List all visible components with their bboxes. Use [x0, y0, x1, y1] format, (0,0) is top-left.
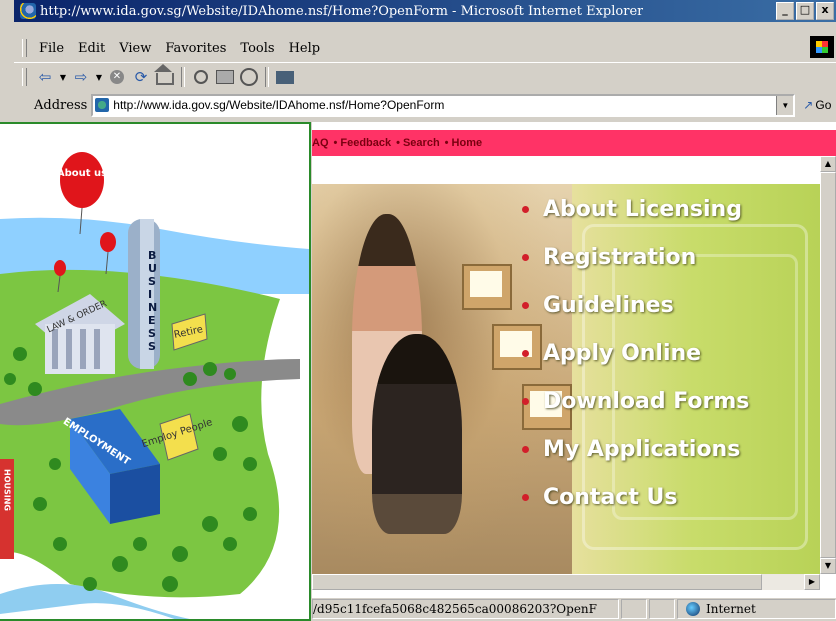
- go-arrow-icon: ↗: [803, 98, 814, 112]
- home-button[interactable]: [153, 64, 177, 87]
- toolbar-separator: [265, 67, 269, 87]
- window-title: http://www.ida.gov.sg/Website/IDAhome.ns…: [40, 3, 644, 19]
- menu-apply-online[interactable]: Apply Online: [522, 336, 701, 370]
- menu-help[interactable]: Help: [289, 41, 321, 56]
- search-button[interactable]: [189, 67, 213, 87]
- menu-bar: File Edit View Favorites Tools Help: [14, 34, 836, 62]
- toolbar-grip: [22, 39, 27, 57]
- history-icon: [240, 68, 258, 86]
- nav-link-faq[interactable]: AQ: [312, 137, 329, 149]
- menu-guidelines[interactable]: Guidelines: [522, 288, 674, 322]
- toolbar-separator: [181, 67, 185, 87]
- vertical-scrollbar[interactable]: ▲ ▼: [820, 156, 836, 574]
- stop-icon: ✕: [110, 70, 124, 84]
- menu-view[interactable]: View: [119, 41, 151, 56]
- internet-globe-icon: [686, 602, 700, 616]
- scroll-down-icon[interactable]: ▼: [820, 558, 836, 574]
- status-pane: [621, 599, 647, 619]
- home-icon: [154, 64, 174, 85]
- zone-label: Internet: [706, 602, 756, 616]
- business-label: BUSINESS: [148, 249, 157, 353]
- housing-building: HOUSING: [0, 459, 14, 559]
- housing-label: HOUSING: [3, 469, 12, 511]
- ie-logo-icon: [20, 3, 36, 19]
- scroll-up-icon[interactable]: ▲: [820, 156, 836, 172]
- go-label: Go: [815, 98, 832, 112]
- stop-button[interactable]: ✕: [105, 67, 129, 87]
- menu-contact-us[interactable]: Contact Us: [522, 480, 677, 514]
- address-label: Address: [34, 97, 88, 113]
- address-dropdown-icon[interactable]: ▼: [776, 95, 794, 115]
- bullet-icon: [522, 493, 529, 501]
- status-pane: [649, 599, 675, 619]
- toolbar-grip: [22, 68, 27, 86]
- back-icon[interactable]: ⇦: [33, 67, 57, 87]
- page-icon: [95, 98, 110, 112]
- menu-registration[interactable]: Registration: [522, 240, 696, 274]
- menu-tools[interactable]: Tools: [240, 41, 274, 56]
- scroll-right-icon[interactable]: ▶: [804, 574, 820, 590]
- computer-monitor: [462, 264, 512, 310]
- maximize-button[interactable]: □: [796, 2, 814, 20]
- bullet-icon: [522, 253, 529, 261]
- top-nav-strip: AQ • Feedback • Search • Home: [312, 130, 836, 156]
- favorites-button[interactable]: [213, 67, 237, 87]
- search-icon: [194, 70, 208, 84]
- city-illustration: About us LAW & ORDER BUSINESS Retire EMP…: [0, 124, 309, 619]
- status-text: /d95c11fcefa5068c482565ca00086203?OpenF: [312, 599, 619, 619]
- refresh-icon[interactable]: ⟳: [129, 67, 153, 87]
- h-scroll-thumb[interactable]: [312, 574, 762, 590]
- page-viewport: AQ • Feedback • Search • Home About Licensing …: [312, 122, 836, 603]
- standard-toolbar: ⇦ ▼ ⇨ ▼ ✕ ⟳: [14, 62, 836, 91]
- hero-banner: About Licensing Registration Guidelines …: [312, 184, 820, 574]
- bullet-icon: [522, 397, 529, 405]
- nav-link-search[interactable]: Search: [403, 137, 440, 149]
- windows-logo-icon: [810, 36, 834, 58]
- menu-edit[interactable]: Edit: [78, 41, 105, 56]
- menu-my-applications[interactable]: My Applications: [522, 432, 740, 466]
- bullet-icon: [522, 205, 529, 213]
- scroll-thumb[interactable]: [820, 172, 836, 558]
- business-tower: BUSINESS: [128, 219, 160, 369]
- bullet-icon: [522, 445, 529, 453]
- history-button[interactable]: [237, 67, 261, 87]
- menu-about-licensing[interactable]: About Licensing: [522, 192, 742, 226]
- address-input[interactable]: http://www.ida.gov.sg/Website/IDAhome.ns…: [91, 93, 796, 117]
- bullet-icon: [522, 349, 529, 357]
- nav-link-home[interactable]: Home: [452, 137, 483, 149]
- security-zone: Internet: [677, 599, 836, 619]
- mail-icon: [276, 70, 294, 84]
- minimize-button[interactable]: _: [776, 2, 794, 20]
- nav-link-feedback[interactable]: Feedback: [340, 137, 391, 149]
- city-illustration-panel: About us LAW & ORDER BUSINESS Retire EMP…: [0, 122, 311, 621]
- back-dropdown-icon[interactable]: ▼: [57, 67, 69, 87]
- status-bar: /d95c11fcefa5068c482565ca00086203?OpenF …: [312, 598, 836, 620]
- close-button[interactable]: x: [816, 2, 834, 20]
- forward-dropdown-icon[interactable]: ▼: [93, 67, 105, 87]
- favorites-icon: [216, 70, 234, 84]
- mail-button[interactable]: [273, 67, 297, 87]
- forward-icon[interactable]: ⇨: [69, 67, 93, 87]
- bullet-icon: [522, 301, 529, 309]
- menu-download-forms[interactable]: Download Forms: [522, 384, 749, 418]
- woman-seated-figure: [372, 334, 462, 534]
- address-bar: Address http://www.ida.gov.sg/Website/ID…: [14, 92, 836, 118]
- go-button[interactable]: ↗ Go: [803, 98, 831, 112]
- horizontal-scrollbar[interactable]: ▶: [312, 574, 820, 590]
- menu-favorites[interactable]: Favorites: [165, 41, 226, 56]
- balloon-label-about: About us: [57, 168, 107, 179]
- title-bar: http://www.ida.gov.sg/Website/IDAhome.ns…: [14, 0, 836, 22]
- address-url: http://www.ida.gov.sg/Website/IDAhome.ns…: [113, 98, 445, 112]
- menu-file[interactable]: File: [39, 41, 64, 56]
